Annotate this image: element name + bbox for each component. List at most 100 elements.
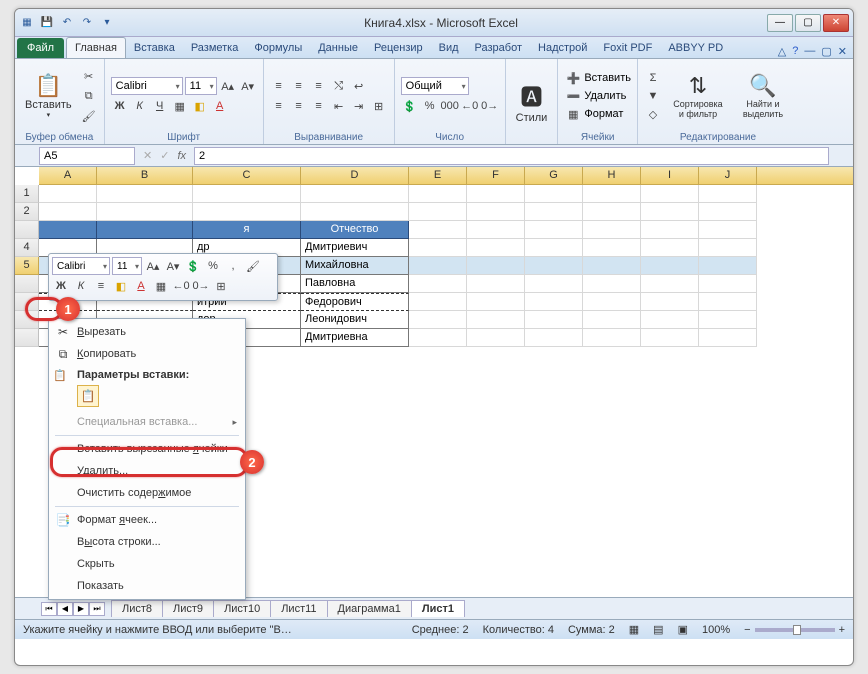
ctx-delete[interactable]: Удалить... <box>51 460 243 482</box>
row-header[interactable]: 1 <box>15 185 39 203</box>
view-break-icon[interactable]: ▣ <box>678 623 688 636</box>
indent-dec-icon[interactable]: ⇤ <box>330 97 348 115</box>
tab-data[interactable]: Данные <box>310 38 366 58</box>
tab-developer[interactable]: Разработ <box>467 38 530 58</box>
fill-color-icon[interactable]: ◧ <box>191 97 209 115</box>
tab-formulas[interactable]: Формулы <box>246 38 310 58</box>
autosum-icon[interactable]: Σ <box>644 69 662 87</box>
minimize-ribbon-icon[interactable]: △ <box>778 45 786 58</box>
ctx-insert-cut-cells[interactable]: Вставить вырезанные ячейки <box>51 438 243 460</box>
view-normal-icon[interactable]: ▦ <box>629 623 639 636</box>
doc-close-icon[interactable]: ✕ <box>838 45 847 58</box>
delete-cells-icon[interactable]: ➖ <box>564 87 582 105</box>
cut-icon[interactable]: ✂ <box>80 67 98 85</box>
ctx-copy[interactable]: ⧉Копировать <box>51 343 243 365</box>
ctx-row-height[interactable]: Высота строки... <box>51 531 243 553</box>
name-box[interactable]: A5 <box>39 147 135 165</box>
col-header[interactable]: A <box>39 167 97 184</box>
minimize-button[interactable]: — <box>767 14 793 32</box>
format-painter-icon[interactable]: 🖌 <box>80 107 98 125</box>
close-button[interactable]: ✕ <box>823 14 849 32</box>
mini-comma-icon[interactable]: , <box>224 257 242 275</box>
mini-fill-icon[interactable]: ◧ <box>112 277 130 295</box>
row-header[interactable]: 2 <box>15 203 39 221</box>
mini-merge-icon[interactable]: ⊞ <box>212 277 230 295</box>
col-header[interactable]: F <box>467 167 525 184</box>
format-cells-icon[interactable]: ▦ <box>564 105 582 123</box>
merge-icon[interactable]: ⊞ <box>370 97 388 115</box>
undo-icon[interactable]: ↶ <box>59 15 75 31</box>
shrink-font-icon[interactable]: A▾ <box>239 77 257 95</box>
tab-addins[interactable]: Надстрой <box>530 38 595 58</box>
sheet-tab-active[interactable]: Лист1 <box>411 600 465 617</box>
row-header[interactable] <box>15 275 39 293</box>
row-header[interactable] <box>15 311 39 329</box>
qat-dropdown-icon[interactable]: ▾ <box>99 15 115 31</box>
indent-inc-icon[interactable]: ⇥ <box>350 97 368 115</box>
mini-align-icon[interactable]: ≡ <box>92 277 110 295</box>
view-layout-icon[interactable]: ▤ <box>653 623 663 636</box>
mini-percent-icon[interactable]: % <box>204 257 222 275</box>
grow-font-icon[interactable]: A▴ <box>219 77 237 95</box>
ctx-clear-contents[interactable]: Очистить содержимое <box>51 482 243 504</box>
row-header[interactable] <box>15 329 39 347</box>
mini-inc-decimal-icon[interactable]: 0→ <box>192 277 210 295</box>
comma-icon[interactable]: 000 <box>441 97 459 115</box>
ctx-format-cells[interactable]: 📑Формат ячеек... <box>51 509 243 531</box>
currency-icon[interactable]: 💲 <box>401 97 419 115</box>
row-header[interactable] <box>15 221 39 239</box>
tab-review[interactable]: Рецензир <box>366 38 431 58</box>
accept-formula-icon[interactable]: ✓ <box>160 149 169 162</box>
percent-icon[interactable]: % <box>421 97 439 115</box>
column-headers[interactable]: A B C D E F G H I J <box>39 167 853 185</box>
cancel-formula-icon[interactable]: ✕ <box>143 149 152 162</box>
align-top-icon[interactable]: ≡ <box>270 77 288 95</box>
mini-format-painter-icon[interactable]: 🖌 <box>244 257 262 275</box>
clear-icon[interactable]: ◇ <box>644 105 662 123</box>
align-center-icon[interactable]: ≡ <box>290 97 308 115</box>
doc-restore-icon[interactable]: ▢ <box>821 45 831 58</box>
row-header[interactable] <box>15 293 39 311</box>
delete-cells-label[interactable]: Удалить <box>584 90 626 102</box>
sort-filter-button[interactable]: ⇅Сортировка и фильтр <box>666 71 730 121</box>
sheet-tab[interactable]: Лист11 <box>270 600 327 617</box>
doc-minimize-icon[interactable]: — <box>804 45 815 58</box>
col-header[interactable]: H <box>583 167 641 184</box>
sheet-tab[interactable]: Лист9 <box>162 600 214 617</box>
copy-icon[interactable]: ⧉ <box>80 87 98 105</box>
zoom-slider[interactable]: −+ <box>744 624 845 636</box>
redo-icon[interactable]: ↷ <box>79 15 95 31</box>
ctx-show[interactable]: Показать <box>51 575 243 597</box>
col-header[interactable]: G <box>525 167 583 184</box>
insert-cells-label[interactable]: Вставить <box>584 72 631 84</box>
tab-insert[interactable]: Вставка <box>126 38 183 58</box>
maximize-button[interactable]: ▢ <box>795 14 821 32</box>
bold-icon[interactable]: Ж <box>111 97 129 115</box>
align-bottom-icon[interactable]: ≡ <box>310 77 328 95</box>
help-icon[interactable]: ? <box>792 45 798 58</box>
save-icon[interactable]: 💾 <box>39 15 55 31</box>
col-header[interactable]: C <box>193 167 301 184</box>
mini-size-combo[interactable]: 11 <box>112 257 142 275</box>
inc-decimal-icon[interactable]: ←0 <box>461 97 479 115</box>
tab-abbyy[interactable]: ABBYY PD <box>660 38 731 58</box>
sheet-nav[interactable]: ⏮◀▶⏭ <box>41 602 105 616</box>
border-icon[interactable]: ▦ <box>171 97 189 115</box>
file-tab[interactable]: Файл <box>17 38 64 58</box>
col-header[interactable]: B <box>97 167 193 184</box>
row-header-selected[interactable]: 5 <box>15 257 39 275</box>
font-size-combo[interactable]: 11 <box>185 77 217 95</box>
mini-currency-icon[interactable]: 💲 <box>184 257 202 275</box>
col-header[interactable]: I <box>641 167 699 184</box>
format-cells-label[interactable]: Формат <box>584 108 623 120</box>
align-right-icon[interactable]: ≡ <box>310 97 328 115</box>
find-select-button[interactable]: 🔍Найти и выделить <box>734 71 792 121</box>
align-left-icon[interactable]: ≡ <box>270 97 288 115</box>
col-header[interactable]: D <box>301 167 409 184</box>
align-middle-icon[interactable]: ≡ <box>290 77 308 95</box>
fx-icon[interactable]: fx <box>177 150 186 162</box>
tab-foxit[interactable]: Foxit PDF <box>595 38 660 58</box>
paste-button[interactable]: 📋Вставить▾ <box>21 71 76 121</box>
underline-icon[interactable]: Ч <box>151 97 169 115</box>
tab-layout[interactable]: Разметка <box>183 38 247 58</box>
